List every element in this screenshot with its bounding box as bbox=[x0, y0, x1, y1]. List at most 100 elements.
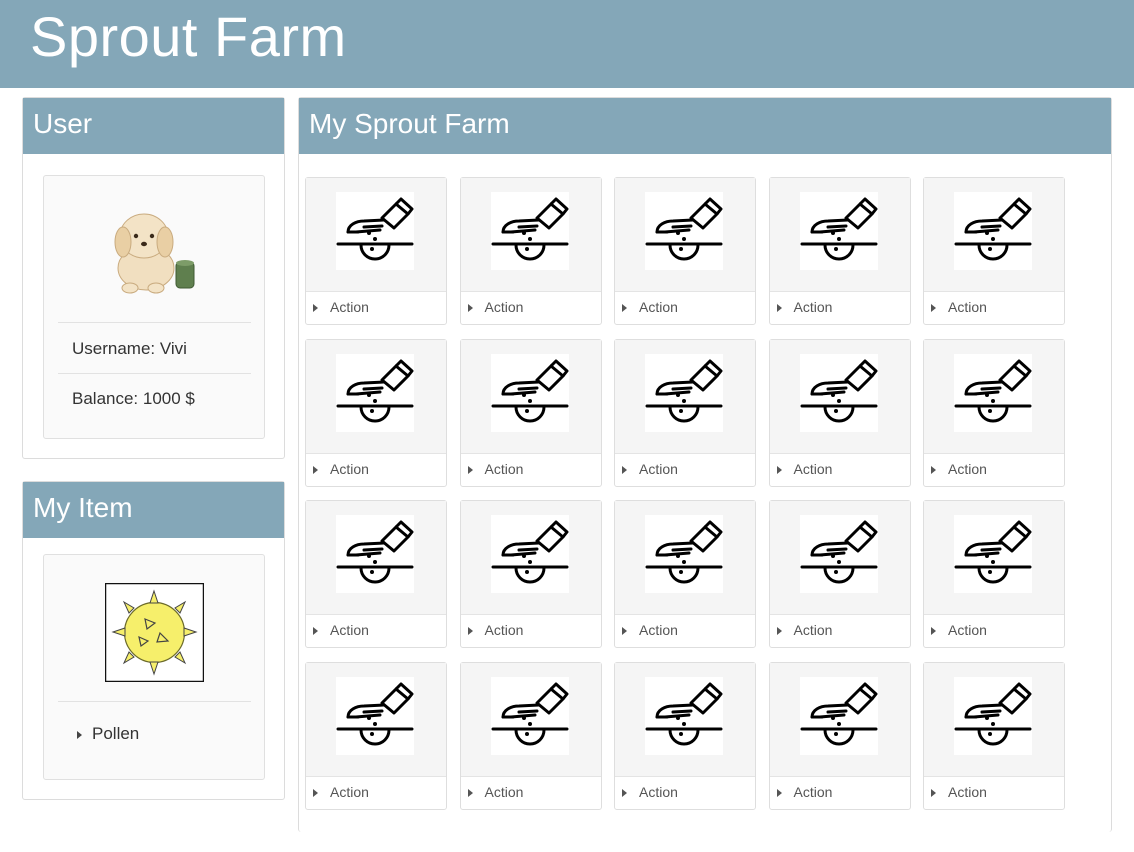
caret-right-icon bbox=[467, 627, 473, 636]
farm-plot[interactable]: Action bbox=[614, 661, 756, 810]
plot-action-toggle[interactable]: Action bbox=[313, 622, 369, 638]
farm-plot[interactable]: Action bbox=[923, 661, 1065, 810]
plot-image-area bbox=[306, 339, 446, 454]
farm-plot[interactable]: Action bbox=[923, 177, 1065, 325]
plot-action-toggle[interactable]: Action bbox=[467, 783, 524, 800]
planting-seed-icon bbox=[490, 353, 569, 432]
farm-plot[interactable]: Action bbox=[614, 338, 756, 487]
avatar bbox=[114, 213, 195, 294]
plot-action-toggle[interactable]: Action bbox=[467, 461, 523, 477]
farm-plot[interactable]: Action bbox=[305, 338, 447, 487]
plot-action-label: Action bbox=[330, 299, 369, 315]
plot-action-toggle[interactable]: Action bbox=[313, 784, 369, 800]
plot-image-area bbox=[615, 501, 755, 615]
plot-action-toggle[interactable]: Action bbox=[776, 622, 833, 638]
farm-plot[interactable]: Action bbox=[768, 177, 911, 325]
planting-seed-icon bbox=[799, 353, 878, 432]
caret-right-icon bbox=[622, 304, 627, 313]
plot-action-toggle[interactable]: Action bbox=[622, 784, 678, 800]
plot-image-area bbox=[769, 662, 910, 777]
farm-plot[interactable]: Action bbox=[305, 661, 447, 810]
caret-right-icon bbox=[467, 788, 473, 797]
plot-action-label: Action bbox=[793, 622, 833, 638]
plot-action-toggle[interactable]: Action bbox=[931, 461, 987, 477]
divider bbox=[58, 701, 251, 702]
plot-image-area bbox=[924, 662, 1064, 777]
plot-action-toggle[interactable]: Action bbox=[931, 784, 987, 800]
plot-image-area bbox=[306, 501, 446, 615]
planting-seed-icon bbox=[645, 515, 723, 593]
caret-right-icon bbox=[313, 788, 318, 797]
farm-plot[interactable]: Action bbox=[459, 338, 602, 487]
plot-action-toggle[interactable]: Action bbox=[776, 783, 833, 800]
plot-action-label: Action bbox=[948, 460, 987, 477]
plot-action-toggle[interactable]: Action bbox=[622, 299, 678, 315]
plot-action-label: Action bbox=[793, 460, 833, 477]
plot-action-label: Action bbox=[639, 783, 678, 800]
plot-image-area bbox=[615, 662, 755, 777]
planting-seed-icon bbox=[490, 192, 569, 270]
plot-action-label: Action bbox=[484, 783, 524, 800]
plot-action-label: Action bbox=[330, 783, 369, 800]
planting-seed-icon bbox=[645, 353, 723, 432]
plot-action-toggle[interactable]: Action bbox=[313, 461, 369, 477]
plot-action-label: Action bbox=[948, 783, 987, 800]
farm-plot[interactable]: Action bbox=[768, 338, 911, 487]
farm-plot[interactable]: Action bbox=[768, 661, 911, 810]
plot-image-area bbox=[460, 662, 601, 777]
plot-action-toggle[interactable]: Action bbox=[313, 299, 369, 315]
planting-seed-icon bbox=[490, 515, 569, 593]
plot-action-toggle[interactable]: Action bbox=[622, 461, 678, 477]
farm-plot[interactable]: Action bbox=[305, 177, 447, 325]
plot-action-toggle[interactable]: Action bbox=[467, 299, 523, 315]
farm-plot[interactable]: Action bbox=[305, 500, 447, 648]
plot-action-label: Action bbox=[793, 783, 833, 800]
plot-action-label: Action bbox=[639, 460, 678, 477]
farm-plot[interactable]: Action bbox=[614, 500, 756, 648]
plot-action-toggle[interactable]: Action bbox=[776, 299, 832, 315]
balance-label: Balance: 1000 $ bbox=[72, 389, 195, 408]
farm-plot[interactable]: Action bbox=[923, 500, 1065, 648]
plot-action-toggle[interactable]: Action bbox=[776, 460, 833, 477]
username-label: Username: Vivi bbox=[72, 339, 187, 358]
plot-image-area bbox=[769, 178, 910, 292]
caret-right-icon bbox=[931, 304, 936, 313]
item-pollen[interactable]: Pollen bbox=[77, 724, 139, 744]
planting-seed-icon bbox=[336, 353, 414, 432]
caret-right-icon bbox=[622, 627, 627, 636]
farm-plot[interactable]: Action bbox=[768, 500, 911, 648]
farm-plot[interactable]: Action bbox=[459, 177, 602, 325]
plot-action-toggle[interactable]: Action bbox=[931, 299, 987, 315]
caret-right-icon bbox=[313, 465, 318, 474]
plot-action-toggle[interactable]: Action bbox=[931, 622, 987, 638]
caret-right-icon bbox=[931, 788, 936, 797]
planting-seed-icon bbox=[645, 676, 723, 755]
app-title: Sprout Farm bbox=[30, 5, 347, 68]
planting-seed-icon bbox=[954, 515, 1032, 593]
farm-plot[interactable]: Action bbox=[614, 177, 756, 325]
item-panel: My Item Pollen bbox=[22, 481, 285, 800]
caret-right-icon bbox=[467, 304, 473, 313]
app-header: Sprout Farm bbox=[0, 0, 1134, 88]
planting-seed-icon bbox=[336, 676, 414, 755]
caret-right-icon bbox=[776, 304, 782, 313]
farm-plot[interactable]: Action bbox=[459, 661, 602, 810]
plot-image-area bbox=[460, 501, 601, 615]
plot-action-toggle[interactable]: Action bbox=[622, 622, 678, 638]
caret-right-icon bbox=[313, 304, 318, 313]
plot-action-toggle[interactable]: Action bbox=[467, 622, 523, 638]
item-panel-title: My Item bbox=[23, 482, 284, 538]
plot-action-label: Action bbox=[948, 622, 987, 638]
user-panel: User Username: Vivi Balance: 1000 $ bbox=[22, 97, 285, 459]
planting-seed-icon bbox=[799, 515, 878, 593]
plot-image-area bbox=[924, 339, 1064, 454]
caret-right-icon bbox=[467, 465, 473, 474]
plot-image-area bbox=[460, 178, 601, 292]
planting-seed-icon bbox=[954, 676, 1032, 755]
farm-plot[interactable]: Action bbox=[459, 500, 602, 648]
plot-image-area bbox=[615, 178, 755, 292]
user-card: Username: Vivi Balance: 1000 $ bbox=[43, 175, 265, 439]
farm-plot[interactable]: Action bbox=[923, 338, 1065, 487]
pollen-icon[interactable] bbox=[105, 583, 204, 682]
caret-right-icon bbox=[622, 465, 627, 474]
